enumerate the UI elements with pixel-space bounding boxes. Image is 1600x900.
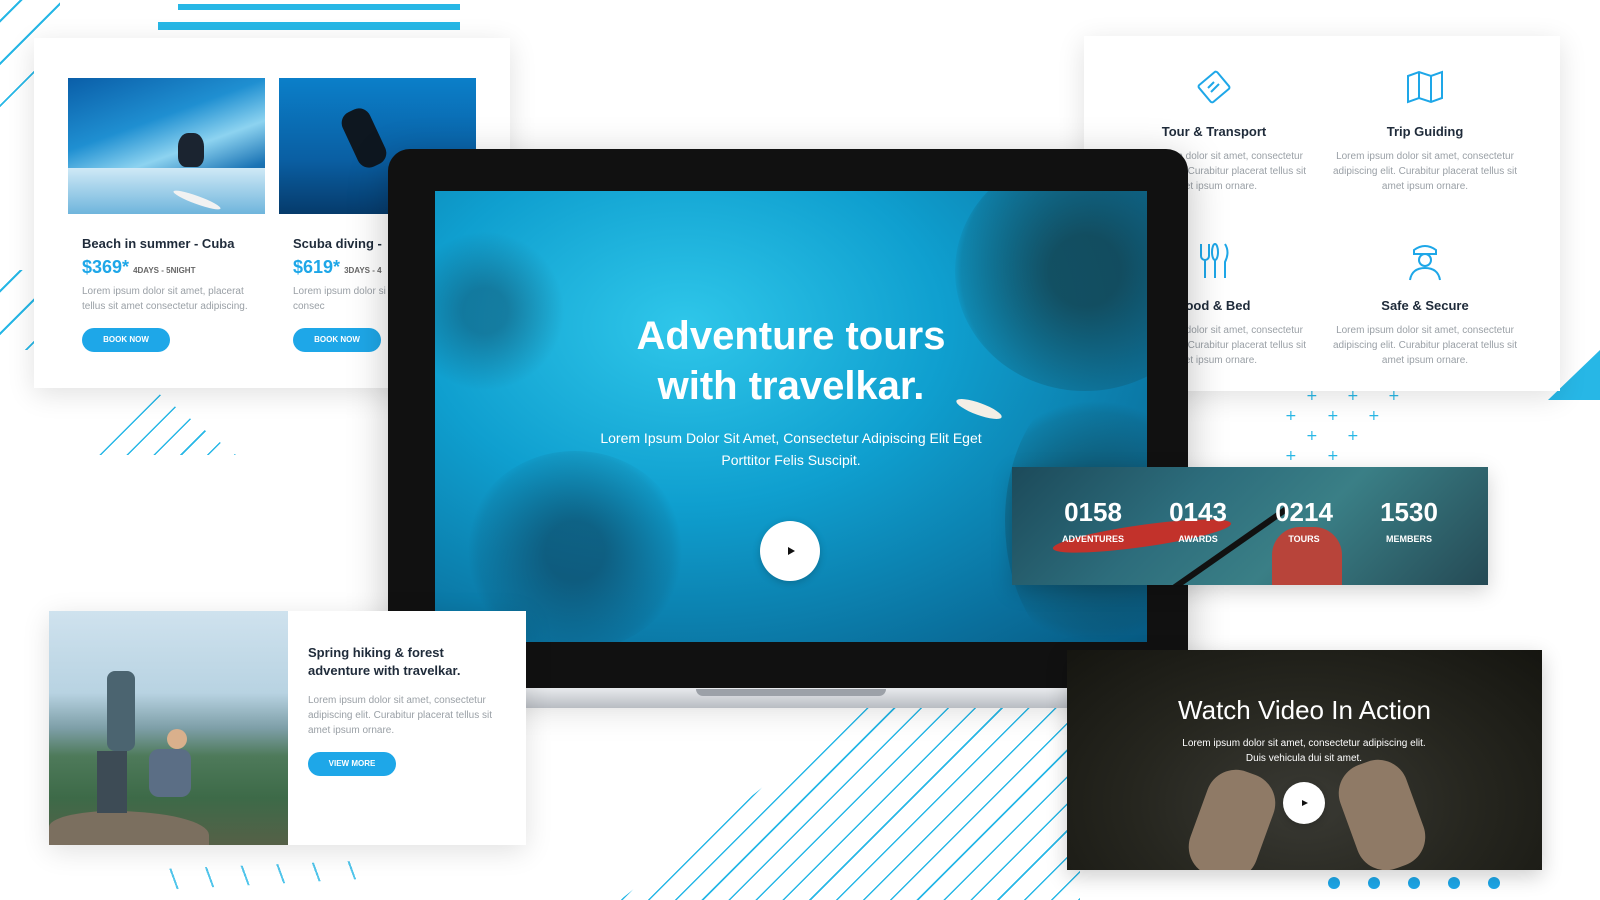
hiking-image <box>49 611 288 845</box>
plus-decoration: + <box>1285 448 1297 464</box>
hero-title-line: with travelkar. <box>657 364 925 408</box>
stat-item: 1530 MEMBERS <box>1359 497 1459 544</box>
plus-decoration: + <box>1285 408 1297 424</box>
stat-value: 0214 <box>1275 497 1333 527</box>
shoe-image <box>1180 761 1284 870</box>
video-title: Watch Video In Action <box>1178 695 1431 725</box>
video-play-button[interactable] <box>1283 782 1325 824</box>
stat-label: TOURS <box>1288 534 1320 544</box>
play-icon <box>1302 800 1308 806</box>
hero-play-button[interactable] <box>760 521 820 581</box>
dot-decoration <box>1328 877 1340 889</box>
stat-label: ADVENTURES <box>1061 534 1124 544</box>
play-icon <box>787 547 795 555</box>
hiking-title: Spring hiking & forest adventure with tr… <box>308 645 461 678</box>
left-hatch-decoration <box>76 385 236 455</box>
surfing-image <box>68 78 265 214</box>
plus-decoration: + <box>1327 408 1339 424</box>
plus-decoration: + <box>1368 408 1380 424</box>
hiking-card: Spring hiking & forest adventure with tr… <box>49 611 526 845</box>
stat-value: 1530 <box>1380 497 1438 527</box>
laptop-base-notch <box>696 689 886 696</box>
service-description: Lorem ipsum dolor sit amet, consectetur … <box>1333 325 1517 366</box>
plus-decoration: + <box>1306 428 1318 444</box>
service-description: Lorem ipsum dolor sit amet, consectetur … <box>1333 151 1517 192</box>
plus-decoration: + <box>1347 428 1359 444</box>
video-section: Watch Video In Action Lorem ipsum dolor … <box>1067 650 1542 870</box>
tour-duration: 4DAYS - 5NIGHT <box>133 266 196 275</box>
plus-decoration: + <box>1306 388 1318 404</box>
ticket-icon <box>1197 70 1231 104</box>
book-now-button[interactable]: BOOK NOW <box>82 328 170 352</box>
hero-title-line: Adventure tours <box>636 314 946 358</box>
cutlery-icon <box>1200 243 1229 278</box>
dash-decoration <box>160 860 380 890</box>
dot-decoration <box>1488 877 1500 889</box>
dot-decoration <box>1408 877 1420 889</box>
shoe-image <box>1330 751 1434 870</box>
view-more-button[interactable]: VIEW MORE <box>308 752 396 776</box>
tour-item: Beach in summer - Cuba $369* 4DAYS - 5NI… <box>68 78 265 352</box>
service-title: Safe & Secure <box>1381 298 1469 313</box>
service-title: Trip Guiding <box>1386 124 1464 139</box>
stat-item: 0158 ADVENTURES <box>1043 497 1143 544</box>
hiking-description: Lorem ipsum dolor sit amet, consectetur … <box>308 695 492 736</box>
tour-price: $369* <box>82 257 130 277</box>
service-item: Trip Guiding Lorem ipsum dolor sit amet,… <box>1325 62 1525 194</box>
book-now-button[interactable]: BOOK NOW <box>293 328 381 352</box>
plus-decoration: + <box>1347 388 1359 404</box>
stat-label: AWARDS <box>1178 534 1218 544</box>
top-bar-stripe-2 <box>158 22 460 30</box>
service-title: Tour & Transport <box>1161 124 1267 139</box>
stats-banner: 0158 ADVENTURES 0143 AWARDS 0214 TOURS 1… <box>1012 467 1488 585</box>
hero-subtitle: Lorem Ipsum Dolor Sit Amet, Consectetur … <box>600 430 982 468</box>
tour-name: Beach in summer - Cuba <box>82 236 235 251</box>
hero-title: Adventure tours with travelkar. <box>435 311 1147 411</box>
service-item: Safe & Secure Lorem ipsum dolor sit amet… <box>1325 236 1525 368</box>
dot-decoration <box>1368 877 1380 889</box>
dot-decoration <box>1448 877 1460 889</box>
stat-label: MEMBERS <box>1385 534 1432 544</box>
map-icon <box>1407 70 1443 104</box>
stat-value: 0143 <box>1169 497 1227 527</box>
left-edge-stripes <box>0 270 36 350</box>
tour-duration: 3DAYS - 4 <box>344 266 382 275</box>
tour-description: Lorem ipsum dolor sit amet, placerat tel… <box>82 286 248 312</box>
plus-decoration: + <box>1327 448 1339 464</box>
plus-decoration: + <box>1388 388 1400 404</box>
security-guard-icon <box>1409 245 1441 281</box>
top-bar-stripe-1 <box>178 4 460 10</box>
video-description: Lorem ipsum dolor sit amet, consectetur … <box>1182 738 1426 764</box>
stat-item: 0143 AWARDS <box>1148 497 1248 544</box>
center-bottom-hatch <box>620 700 1080 900</box>
stat-item: 0214 TOURS <box>1254 497 1354 544</box>
tour-price: $619* <box>293 257 341 277</box>
stat-value: 0158 <box>1064 497 1122 527</box>
